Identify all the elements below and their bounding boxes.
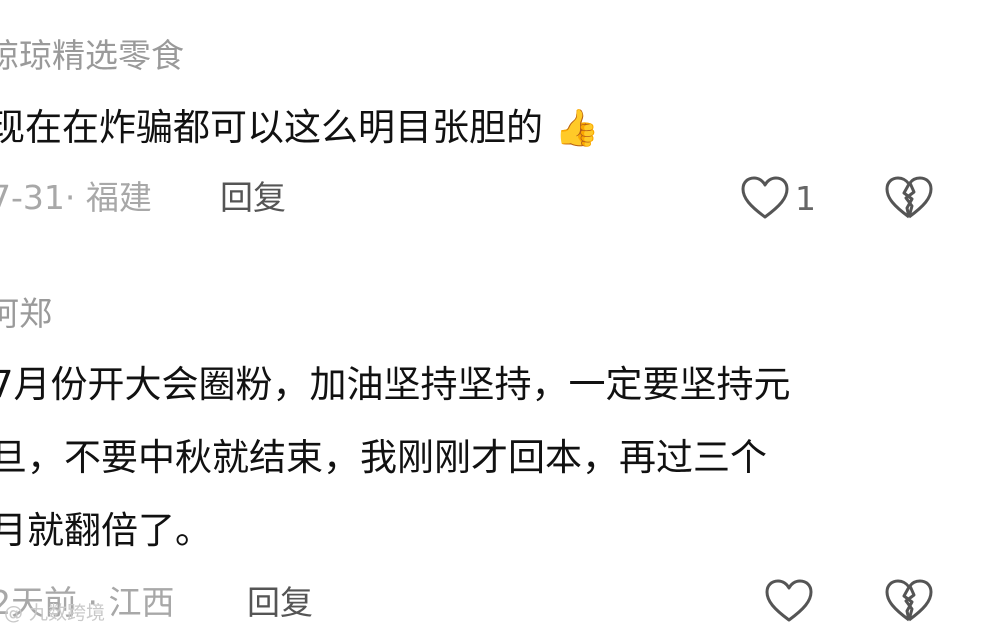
- comment-2-like-button[interactable]: [764, 578, 814, 624]
- thumbs-up-emoji: 👍: [554, 108, 600, 149]
- comment-1-text: 现在在炸骗都可以这么明目张胆的: [0, 106, 543, 149]
- broken-heart-icon: [885, 579, 933, 622]
- comment-1-like-button[interactable]: [740, 175, 790, 221]
- heart-icon: [765, 579, 813, 622]
- heart-icon: [741, 176, 789, 219]
- comment-2-line-3: 月就翻倍了。: [0, 509, 212, 552]
- comment-1-dislike-button[interactable]: [884, 175, 934, 221]
- comment-2-line-1: 7月份开大会圈粉，加油坚持坚持，一定要坚持元: [0, 363, 791, 406]
- comment-2-username[interactable]: 阿郑: [0, 294, 52, 334]
- broken-heart-icon: [885, 176, 933, 219]
- comment-1-like-count: 1: [795, 179, 816, 218]
- comment-2-line-2: 旦，不要中秋就结束，我刚刚才回本，再过三个: [0, 436, 767, 479]
- comment-2-dislike-button[interactable]: [884, 578, 934, 624]
- comment-2-reply-button[interactable]: 回复: [247, 583, 313, 623]
- comment-1-reply-button[interactable]: 回复: [220, 178, 286, 218]
- comment-1-content: 现在在炸骗都可以这么明目张胆的 👍: [0, 105, 600, 152]
- comment-1-meta: 7-31· 福建: [0, 178, 152, 217]
- watermark: @ 九数跨境: [4, 602, 106, 624]
- comment-1-username[interactable]: 琼琼精选零食: [0, 36, 184, 76]
